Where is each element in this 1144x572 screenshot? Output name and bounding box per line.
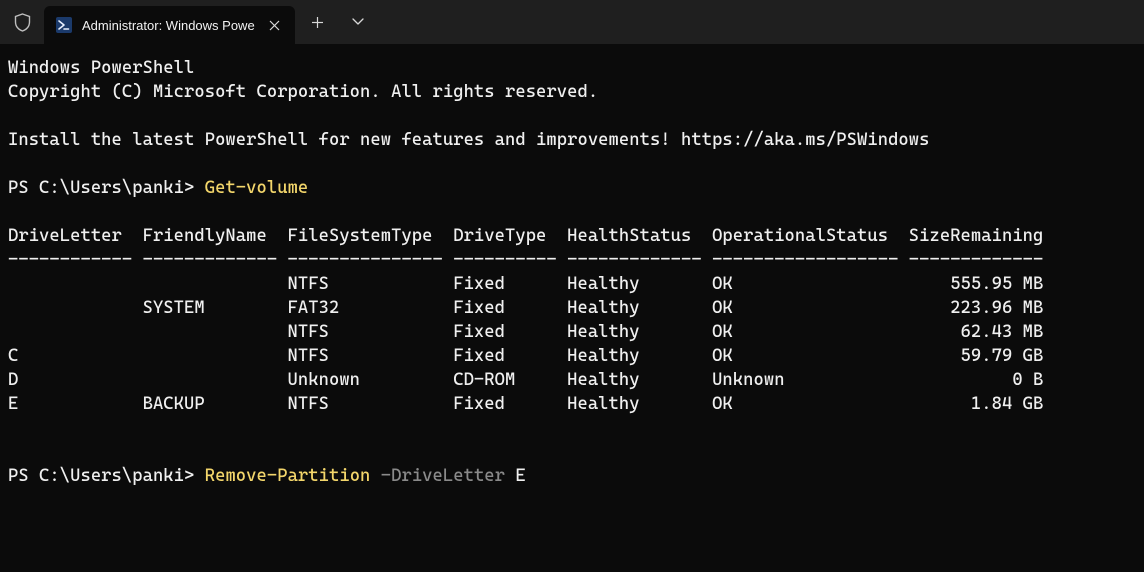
table-row: NTFS Fixed Healthy OK 555.95 MB <box>8 274 1043 294</box>
command-text: Get-volume <box>205 178 309 198</box>
table-row: SYSTEM FAT32 Fixed Healthy OK 223.96 MB <box>8 298 1043 318</box>
new-tab-button[interactable] <box>295 0 341 44</box>
command-arg: E <box>515 466 525 486</box>
command-text: Remove-Partition <box>205 466 371 486</box>
table-header: DriveLetter FriendlyName FileSystemType … <box>8 226 1043 246</box>
tab-title: Administrator: Windows Powe <box>82 18 255 33</box>
active-tab[interactable]: Administrator: Windows Powe <box>44 6 295 44</box>
close-tab-button[interactable] <box>265 15 285 35</box>
prompt-prefix: PS C:\Users\panki> <box>8 178 205 198</box>
title-bar: Administrator: Windows Powe <box>0 0 1144 44</box>
tab-dropdown-button[interactable] <box>341 0 375 44</box>
table-divider: ------------ ------------- -------------… <box>8 250 1043 270</box>
banner-line: Windows PowerShell <box>8 58 194 78</box>
banner-line: Install the latest PowerShell for new fe… <box>8 130 930 150</box>
command-param: -DriveLetter <box>370 466 515 486</box>
table-row: E BACKUP NTFS Fixed Healthy OK 1.84 GB <box>8 394 1043 414</box>
banner-line: Copyright (C) Microsoft Corporation. All… <box>8 82 598 102</box>
shield-icon <box>0 0 44 44</box>
powershell-icon <box>56 17 72 33</box>
terminal-output[interactable]: Windows PowerShell Copyright (C) Microso… <box>0 44 1144 496</box>
table-row: C NTFS Fixed Healthy OK 59.79 GB <box>8 346 1043 366</box>
table-row: NTFS Fixed Healthy OK 62.43 MB <box>8 322 1043 342</box>
table-row: D Unknown CD-ROM Healthy Unknown 0 B <box>8 370 1043 390</box>
prompt-prefix: PS C:\Users\panki> <box>8 466 205 486</box>
